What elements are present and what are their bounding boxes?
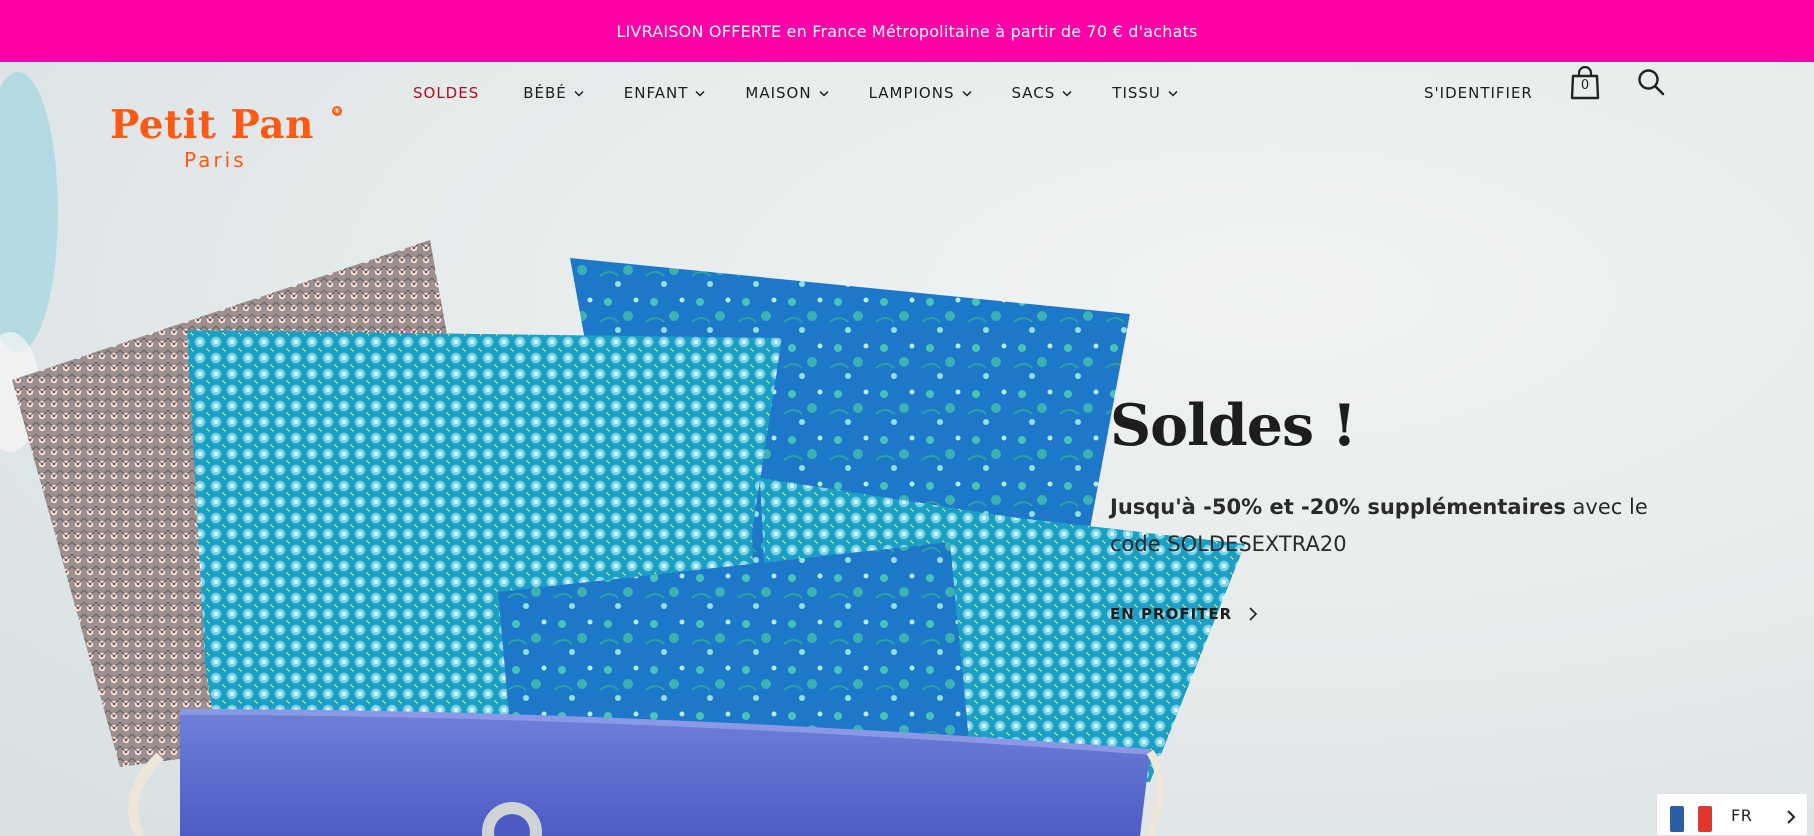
nav-item-enfant[interactable]: ENFANT xyxy=(624,78,706,108)
chevron-down-icon xyxy=(1168,90,1178,97)
nav-item-bebe[interactable]: BÉBÉ xyxy=(523,78,584,108)
nav-item-label: LAMPIONS xyxy=(868,84,955,102)
chevron-down-icon xyxy=(961,90,972,97)
search-button[interactable] xyxy=(1637,68,1665,96)
nav-item-soldes[interactable]: SOLDES xyxy=(413,78,479,108)
main-nav: SOLDES BÉBÉ ENFANT MAISON LAMPIONS SACS … xyxy=(413,78,1178,108)
nav-item-maison[interactable]: MAISON xyxy=(745,78,829,108)
logo-brand-text: Petit Pan xyxy=(110,102,314,148)
registered-mark: ® xyxy=(332,106,342,116)
nav-item-label: SOLDES xyxy=(413,84,480,102)
nav-item-lampions[interactable]: LAMPIONS xyxy=(869,78,972,108)
cart-count: 0 xyxy=(1580,78,1590,93)
login-link[interactable]: S'IDENTIFIER xyxy=(1424,78,1533,108)
nav-item-label: TISSU xyxy=(1112,84,1161,102)
brand-logo[interactable]: Petit Pan ® Paris xyxy=(110,102,350,176)
hero-title: Soldes ! xyxy=(1110,392,1357,459)
hero-description-highlight: Jusqu'à -50% et -20% supplémentaires xyxy=(1110,495,1566,519)
search-icon xyxy=(1638,69,1665,96)
promo-banner: LIVRAISON OFFERTE en France Métropolitai… xyxy=(0,0,1814,62)
chevron-down-icon xyxy=(574,90,584,97)
france-flag-icon xyxy=(1670,806,1712,832)
hero-cta-label: EN PROFITER xyxy=(1110,605,1233,623)
cart-button[interactable]: 0 xyxy=(1570,65,1600,100)
login-label: S'IDENTIFIER xyxy=(1424,84,1533,102)
chevron-down-icon xyxy=(695,90,705,97)
hero-cta-link[interactable]: EN PROFITER xyxy=(1110,605,1258,623)
nav-item-label: SACS xyxy=(1011,84,1056,102)
nav-item-label: ENFANT xyxy=(623,84,689,102)
chevron-down-icon xyxy=(819,90,829,97)
nav-item-tissu[interactable]: TISSU xyxy=(1112,78,1178,108)
chevron-right-icon xyxy=(1249,607,1258,621)
chevron-right-icon xyxy=(1787,810,1796,824)
nav-item-sacs[interactable]: SACS xyxy=(1012,78,1073,108)
hero-content: Soldes ! Jusqu'à -50% et -20% supplément… xyxy=(1110,392,1710,624)
logo-subtitle: Paris xyxy=(184,148,247,172)
nav-item-label: BÉBÉ xyxy=(523,84,567,102)
language-label: FR xyxy=(1731,806,1753,825)
promo-text: LIVRAISON OFFERTE en France Métropolitai… xyxy=(616,21,1198,41)
nav-item-label: MAISON xyxy=(745,84,812,102)
hero-description: Jusqu'à -50% et -20% supplémentaires ave… xyxy=(1110,489,1700,563)
chevron-down-icon xyxy=(1062,90,1072,97)
language-switcher[interactable]: FR xyxy=(1656,793,1808,836)
